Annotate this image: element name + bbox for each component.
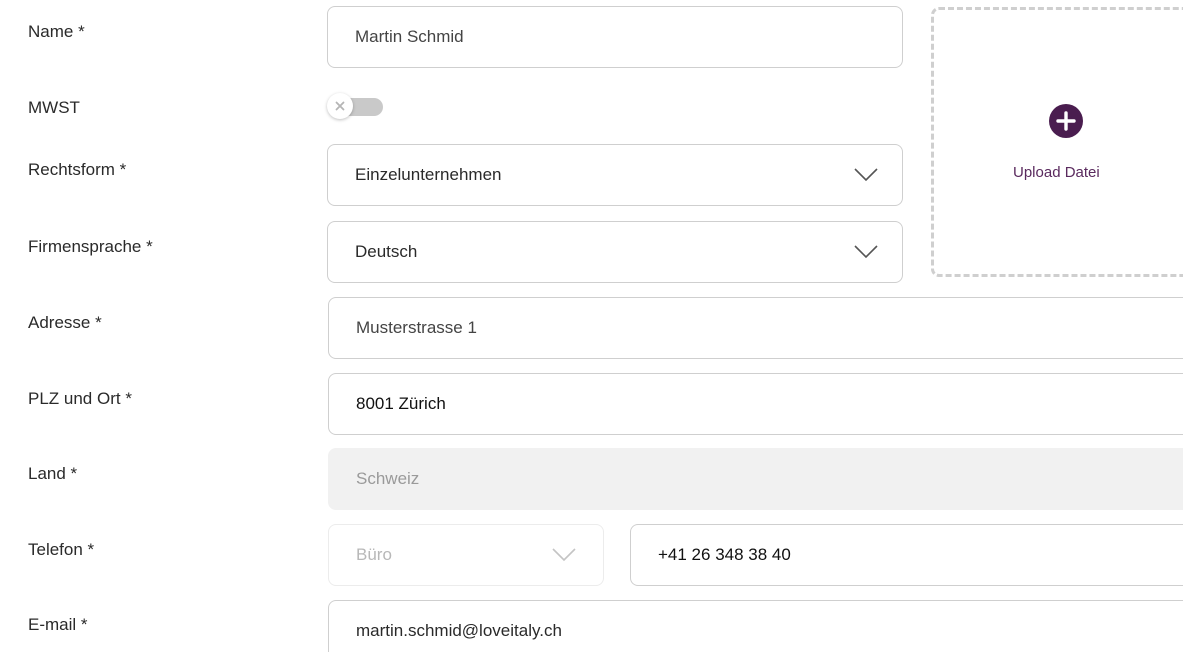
- mwst-label: MWST: [28, 98, 80, 117]
- firmensprache-value: Deutsch: [355, 242, 418, 261]
- upload-dropzone[interactable]: [931, 7, 1183, 277]
- toggle-knob: [327, 93, 353, 119]
- adresse-value: Musterstrasse 1: [356, 318, 477, 337]
- plz-value: 8001 Zürich: [356, 394, 446, 413]
- land-input: Schweiz: [328, 448, 1183, 510]
- name-input[interactable]: Martin Schmid: [327, 6, 903, 68]
- plus-circle-icon[interactable]: [1048, 103, 1084, 139]
- email-label: E-mail *: [28, 615, 88, 634]
- adresse-input[interactable]: Musterstrasse 1: [328, 297, 1183, 359]
- adresse-label: Adresse *: [28, 313, 102, 332]
- telefon-type-select[interactable]: Büro: [328, 524, 604, 586]
- email-input[interactable]: martin.schmid@loveitaly.ch: [328, 600, 1183, 652]
- plz-label: PLZ und Ort *: [28, 389, 132, 408]
- chevron-down-icon: [552, 548, 576, 562]
- telefon-label: Telefon *: [28, 540, 95, 559]
- upload-label[interactable]: Upload Datei: [1013, 164, 1100, 181]
- land-label: Land *: [28, 464, 78, 483]
- firmensprache-label: Firmensprache *: [28, 237, 153, 256]
- firmensprache-select[interactable]: Deutsch: [327, 221, 903, 283]
- plz-ort-input[interactable]: 8001 Zürich: [328, 373, 1183, 435]
- name-label: Name *: [28, 22, 85, 41]
- rechtsform-value: Einzelunternehmen: [355, 165, 502, 184]
- telefon-type-value: Büro: [356, 545, 392, 564]
- company-form: Name * Martin Schmid MWST Rechtsform * E…: [0, 0, 1183, 652]
- close-icon: [335, 101, 345, 111]
- chevron-down-icon: [854, 168, 878, 182]
- name-value: Martin Schmid: [355, 27, 464, 46]
- rechtsform-label: Rechtsform *: [28, 160, 127, 179]
- rechtsform-select[interactable]: Einzelunternehmen: [327, 144, 903, 206]
- chevron-down-icon: [854, 245, 878, 259]
- telefon-input[interactable]: +41 26 348 38 40: [630, 524, 1183, 586]
- mwst-toggle[interactable]: [327, 92, 383, 120]
- telefon-value: +41 26 348 38 40: [658, 545, 791, 564]
- land-value: Schweiz: [356, 469, 420, 488]
- email-value: martin.schmid@loveitaly.ch: [356, 621, 562, 640]
